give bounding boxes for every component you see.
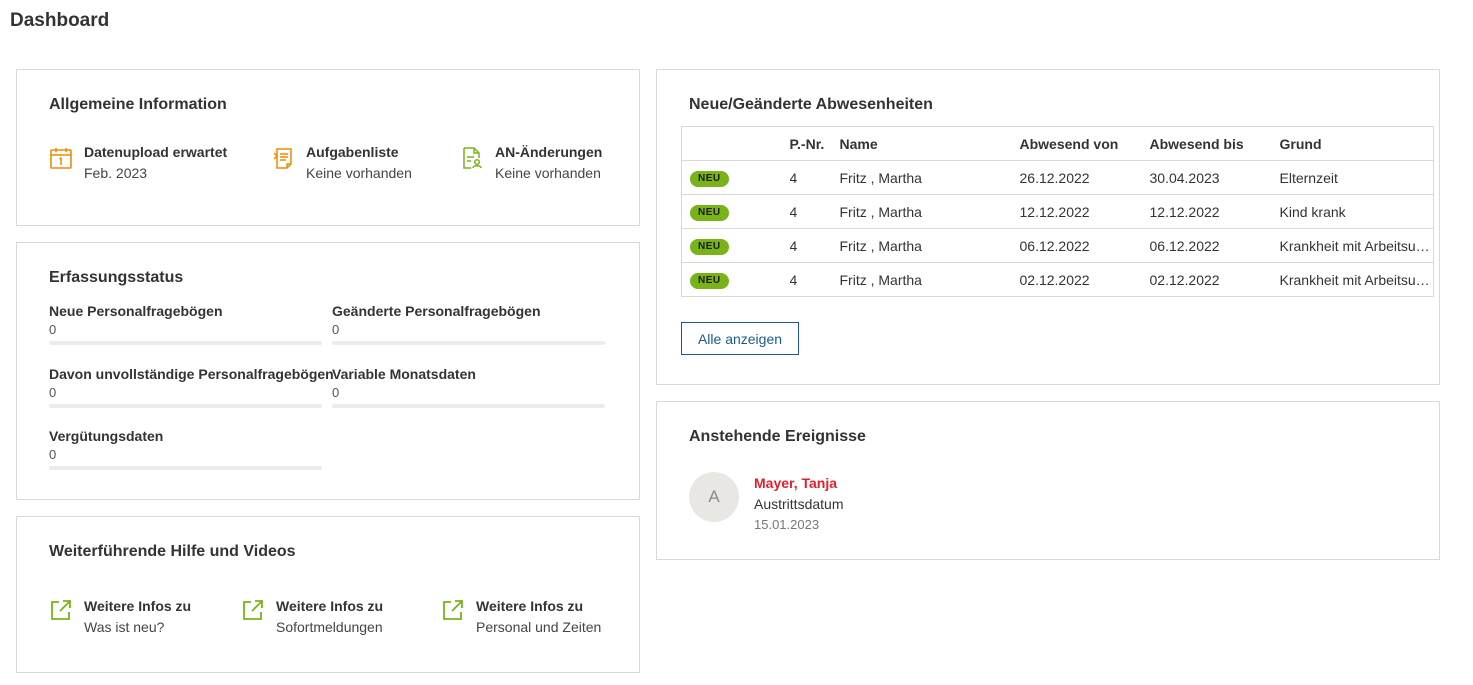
info-label: Datenupload erwartet bbox=[84, 144, 228, 160]
cell-name: Fritz , Martha bbox=[839, 194, 1020, 229]
upcoming-events-card: Anstehende Ereignisse A Mayer, Tanja Aus… bbox=[656, 401, 1440, 560]
avatar: A bbox=[689, 472, 739, 522]
stat-progress-bar bbox=[49, 466, 322, 470]
calendar-icon bbox=[49, 146, 73, 170]
cell-reason: Elternzeit bbox=[1279, 160, 1434, 195]
help-link-personal-und-zeiten[interactable]: Weitere Infos zu Personal und Zeiten bbox=[441, 596, 601, 638]
event-type: Austrittsdatum bbox=[754, 496, 844, 512]
stat-label: Davon unvollständige Personalfragebögen bbox=[49, 366, 334, 382]
column-header-name[interactable]: Name bbox=[839, 126, 1020, 161]
stat-progress-bar bbox=[332, 341, 605, 345]
cell-to: 02.12.2022 bbox=[1149, 262, 1280, 297]
event-date: 15.01.2023 bbox=[754, 517, 820, 532]
cell-from: 06.12.2022 bbox=[1019, 228, 1150, 263]
info-item-aufgabenliste[interactable]: Aufgabenliste Keine vorhanden bbox=[271, 142, 412, 184]
event-person-name[interactable]: Mayer, Tanja bbox=[754, 474, 837, 492]
stat-value: 0 bbox=[332, 322, 340, 337]
cell-pnr: 4 bbox=[789, 194, 840, 229]
general-info-title: Allgemeine Information bbox=[49, 96, 227, 113]
cell-reason: Krankheit mit Arbeitsunfähigkeit bbox=[1279, 228, 1434, 263]
stat-value: 0 bbox=[332, 385, 340, 400]
cell-pnr: 4 bbox=[789, 228, 840, 263]
cell-from: 02.12.2022 bbox=[1019, 262, 1150, 297]
stat-label: Vergütungsdaten bbox=[49, 428, 164, 444]
external-link-icon bbox=[49, 598, 73, 622]
external-link-icon bbox=[441, 598, 465, 622]
cell-to: 12.12.2022 bbox=[1149, 194, 1280, 229]
stat-label: Variable Monatsdaten bbox=[332, 366, 476, 382]
column-header-to[interactable]: Abwesend bis bbox=[1149, 126, 1280, 161]
cell-to: 06.12.2022 bbox=[1149, 228, 1280, 263]
help-label: Weitere Infos zu bbox=[84, 598, 192, 614]
stat-label: Neue Personalfragebögen bbox=[49, 303, 223, 319]
info-item-datenupload: Datenupload erwartet Feb. 2023 bbox=[49, 142, 227, 184]
upcoming-events-title: Anstehende Ereignisse bbox=[689, 428, 866, 445]
general-info-card: Allgemeine Information Datenupload erwar… bbox=[16, 69, 640, 226]
cell-from: 12.12.2022 bbox=[1019, 194, 1150, 229]
document-person-icon bbox=[460, 146, 484, 170]
info-item-an-aenderungen[interactable]: AN-Änderungen Keine vorhanden bbox=[460, 142, 602, 184]
stat-value: 0 bbox=[49, 385, 57, 400]
help-link-sofortmeldungen[interactable]: Weitere Infos zu Sofortmeldungen bbox=[241, 596, 383, 638]
stat-value: 0 bbox=[49, 447, 57, 462]
cell-from: 26.12.2022 bbox=[1019, 160, 1150, 195]
help-videos-card: Weiterführende Hilfe und Videos Weitere … bbox=[16, 516, 640, 673]
capture-status-card: Erfassungsstatus Neue Personalfragebögen… bbox=[16, 242, 640, 500]
help-value: Was ist neu? bbox=[84, 619, 165, 635]
table-row[interactable]: NEU 4 Fritz , Martha 02.12.2022 02.12.20… bbox=[681, 262, 1434, 297]
stat-label: Geänderte Personalfragebögen bbox=[332, 303, 541, 319]
tasklist-icon bbox=[271, 146, 295, 170]
table-row[interactable]: NEU 4 Fritz , Martha 12.12.2022 12.12.20… bbox=[681, 194, 1434, 229]
absences-card: Neue/Geänderte Abwesenheiten P.-Nr. Name… bbox=[656, 69, 1440, 385]
stat-progress-bar bbox=[332, 404, 605, 408]
cell-reason: Krankheit mit Arbeitsunfähigkeit bbox=[1279, 262, 1434, 297]
table-row[interactable]: NEU 4 Fritz , Martha 26.12.2022 30.04.20… bbox=[681, 160, 1434, 195]
info-value: Keine vorhanden bbox=[306, 165, 412, 181]
stat-verguetungsdaten[interactable]: Vergütungsdaten 0 bbox=[49, 427, 322, 470]
stat-variable-monatsdaten[interactable]: Variable Monatsdaten 0 bbox=[332, 365, 605, 408]
column-header-pnr[interactable]: P.-Nr. bbox=[789, 126, 840, 161]
help-label: Weitere Infos zu bbox=[476, 598, 584, 614]
stat-value: 0 bbox=[49, 322, 57, 337]
new-badge: NEU bbox=[690, 205, 729, 221]
table-header-row: P.-Nr. Name Abwesend von Abwesend bis Gr… bbox=[681, 126, 1434, 161]
new-badge: NEU bbox=[690, 273, 729, 289]
capture-status-title: Erfassungsstatus bbox=[49, 269, 184, 286]
cell-name: Fritz , Martha bbox=[839, 160, 1020, 195]
stat-geaenderte-personalfrageboegen[interactable]: Geänderte Personalfragebögen 0 bbox=[332, 302, 605, 345]
show-all-button[interactable]: Alle anzeigen bbox=[681, 322, 799, 355]
new-badge: NEU bbox=[690, 239, 729, 255]
table-row[interactable]: NEU 4 Fritz , Martha 06.12.2022 06.12.20… bbox=[681, 228, 1434, 263]
help-link-was-ist-neu[interactable]: Weitere Infos zu Was ist neu? bbox=[49, 596, 191, 638]
stat-progress-bar bbox=[49, 404, 322, 408]
column-header-reason[interactable]: Grund bbox=[1279, 126, 1434, 161]
stat-progress-bar bbox=[49, 341, 322, 345]
info-value: Keine vorhanden bbox=[495, 165, 601, 181]
stat-neue-personalfrageboegen[interactable]: Neue Personalfragebögen 0 bbox=[49, 302, 322, 345]
cell-name: Fritz , Martha bbox=[839, 262, 1020, 297]
info-label: AN-Änderungen bbox=[495, 144, 603, 160]
help-value: Sofortmeldungen bbox=[276, 619, 383, 635]
help-value: Personal und Zeiten bbox=[476, 619, 602, 635]
new-badge: NEU bbox=[690, 171, 729, 187]
cell-reason: Kind krank bbox=[1279, 194, 1434, 229]
help-videos-title: Weiterführende Hilfe und Videos bbox=[49, 543, 296, 560]
external-link-icon bbox=[241, 598, 265, 622]
column-header-from[interactable]: Abwesend von bbox=[1019, 126, 1150, 161]
info-value: Feb. 2023 bbox=[84, 165, 148, 181]
cell-to: 30.04.2023 bbox=[1149, 160, 1280, 195]
cell-pnr: 4 bbox=[789, 160, 840, 195]
cell-name: Fritz , Martha bbox=[839, 228, 1020, 263]
stat-unvollstaendige-personalfrageboegen[interactable]: Davon unvollständige Personalfragebögen … bbox=[49, 365, 334, 408]
help-label: Weitere Infos zu bbox=[276, 598, 384, 614]
column-header-status bbox=[681, 126, 790, 161]
info-label: Aufgabenliste bbox=[306, 144, 399, 160]
absences-title: Neue/Geänderte Abwesenheiten bbox=[689, 96, 933, 113]
absences-table: P.-Nr. Name Abwesend von Abwesend bis Gr… bbox=[681, 126, 1434, 297]
cell-pnr: 4 bbox=[789, 262, 840, 297]
page-title: Dashboard bbox=[10, 10, 110, 31]
